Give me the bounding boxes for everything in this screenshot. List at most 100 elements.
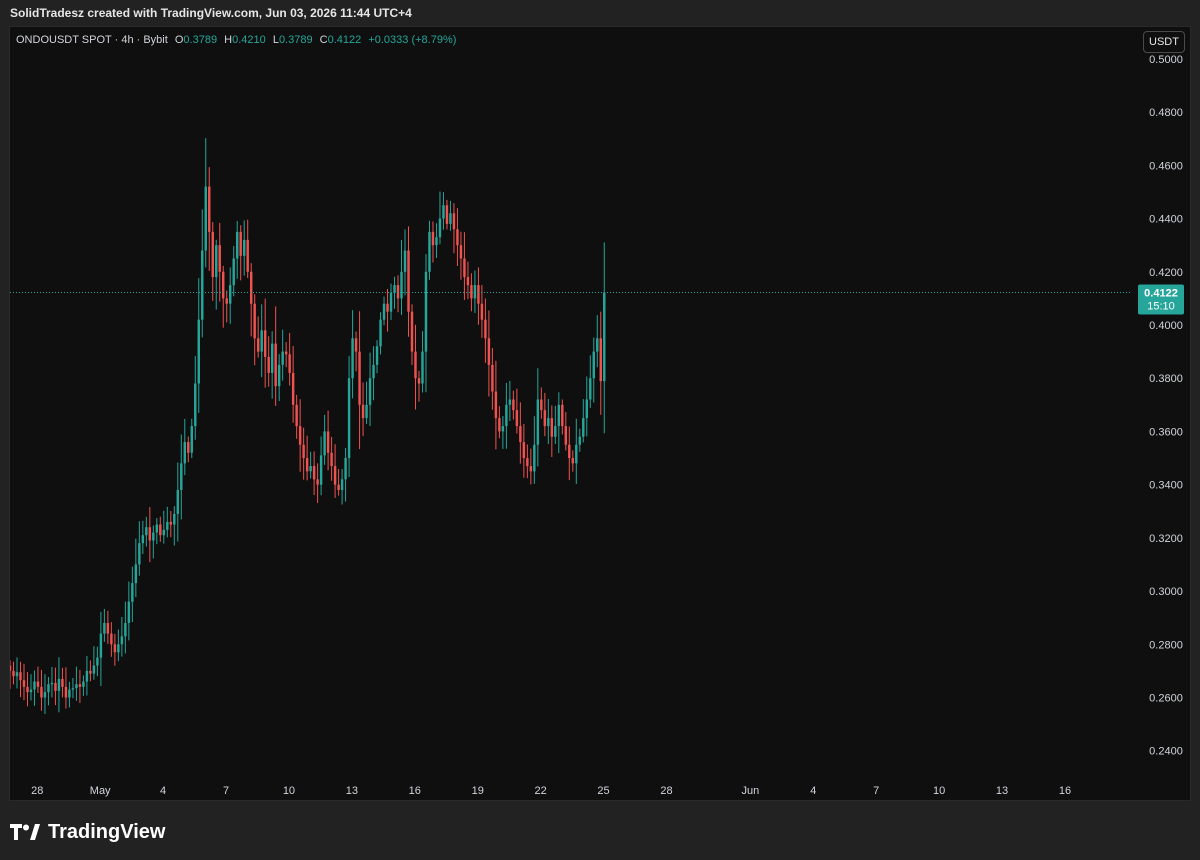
candle-body <box>33 681 36 690</box>
candle-body <box>131 583 134 602</box>
candle-body <box>435 237 438 246</box>
tradingview-logo-icon <box>10 824 40 840</box>
candle-body <box>473 285 477 299</box>
candle-body <box>298 426 302 445</box>
candle-body <box>277 364 281 387</box>
candle-body <box>414 351 417 379</box>
candle-body <box>568 444 571 459</box>
candle-body <box>396 285 400 299</box>
candle-body <box>358 351 361 405</box>
currency-button[interactable]: USDT <box>1143 31 1185 53</box>
candle-body <box>305 458 309 472</box>
x-tick-label: 10 <box>933 785 945 797</box>
candle-body <box>326 431 330 453</box>
candle-body <box>155 524 159 533</box>
y-tick-label: 0.5000 <box>1149 54 1183 66</box>
candle-body <box>61 678 64 687</box>
x-tick-label: Jun <box>741 785 759 797</box>
candle-body <box>585 399 589 419</box>
candle-body <box>512 399 515 411</box>
y-tick-label: 0.3000 <box>1149 586 1183 598</box>
y-tick-label: 0.4800 <box>1149 107 1183 119</box>
candle-body <box>407 250 410 312</box>
candle-body <box>26 686 29 693</box>
candle-body <box>354 338 358 352</box>
high-value: 0.4210 <box>232 34 266 46</box>
candlestick-chart[interactable]: 0.2400 0.2600 0.2800 0.3000 0.3200 0.3400 0.36… <box>10 27 1190 800</box>
x-tick-label: 4 <box>810 785 816 797</box>
candle-body <box>424 271 428 352</box>
candle-body <box>75 684 78 689</box>
candle-body <box>463 258 466 278</box>
candle-body <box>117 644 120 653</box>
candle-body <box>253 303 256 339</box>
candle-body <box>194 383 197 427</box>
candle-body <box>152 532 155 541</box>
candle-body <box>239 231 242 256</box>
candle-body <box>456 229 459 246</box>
candle-body <box>274 343 277 387</box>
y-tick-label: 0.2600 <box>1149 693 1183 705</box>
x-tick-label: 25 <box>597 785 609 797</box>
candle-body <box>29 689 33 693</box>
candle-body <box>529 466 533 472</box>
candle-body <box>64 686 68 698</box>
candle-body <box>603 292 606 382</box>
candle-body <box>222 271 225 299</box>
candle-body <box>242 239 246 256</box>
candle-body <box>71 688 75 690</box>
candle-body <box>575 444 578 464</box>
x-tick-label: 7 <box>873 785 879 797</box>
candle-body <box>270 343 274 373</box>
candle-body <box>417 378 421 384</box>
candle-body <box>148 527 152 541</box>
candle-body <box>449 213 452 224</box>
candle-body <box>12 670 15 677</box>
x-tick-label: 16 <box>1059 785 1071 797</box>
candle-body <box>372 364 375 379</box>
candle-body <box>494 391 498 419</box>
candle-body <box>134 564 138 584</box>
symbol-label: ONDOUSDT SPOT · 4h · Bybit <box>16 34 168 46</box>
candle-body <box>10 665 12 671</box>
candle-body <box>215 245 218 278</box>
candle-body <box>515 410 519 427</box>
candle-body <box>382 303 386 320</box>
candle-body <box>78 684 82 687</box>
candle-body <box>487 338 491 365</box>
ohlc-legend: ONDOUSDT SPOT · 4h · Bybit O0.3789 H0.42… <box>16 32 456 48</box>
close-label: C <box>319 34 328 46</box>
y-tick-label: 0.4200 <box>1149 267 1183 279</box>
candle-body <box>547 418 550 427</box>
candle-body <box>312 466 316 480</box>
candle-body <box>225 298 228 304</box>
candle-body <box>386 303 389 312</box>
candle-body <box>323 431 326 456</box>
candle-body <box>578 436 582 445</box>
candle-body <box>379 319 382 347</box>
candle-body <box>571 458 575 464</box>
candle-body <box>43 692 47 698</box>
candle-body <box>36 681 40 687</box>
candle-body <box>459 245 463 259</box>
candle-body <box>256 338 260 352</box>
candle-body <box>452 213 456 230</box>
candle-body <box>57 678 61 691</box>
y-tick-label: 0.3400 <box>1149 480 1183 492</box>
tradingview-brand[interactable]: TradingView <box>10 818 165 846</box>
candle-body <box>498 418 501 432</box>
candle-body <box>85 670 89 682</box>
candle-body <box>68 689 71 698</box>
candle-body <box>208 186 211 232</box>
candle-body <box>596 338 599 352</box>
y-tick-label: 0.3200 <box>1149 533 1183 545</box>
candle-body <box>505 404 508 427</box>
candle-body <box>173 513 176 525</box>
candle-body <box>400 271 403 299</box>
candle-body <box>389 293 393 312</box>
candle-body <box>393 285 396 294</box>
candle-body <box>309 466 312 472</box>
candle-body <box>340 479 344 490</box>
candle-body <box>54 682 57 691</box>
low-value: 0.3789 <box>278 34 313 46</box>
